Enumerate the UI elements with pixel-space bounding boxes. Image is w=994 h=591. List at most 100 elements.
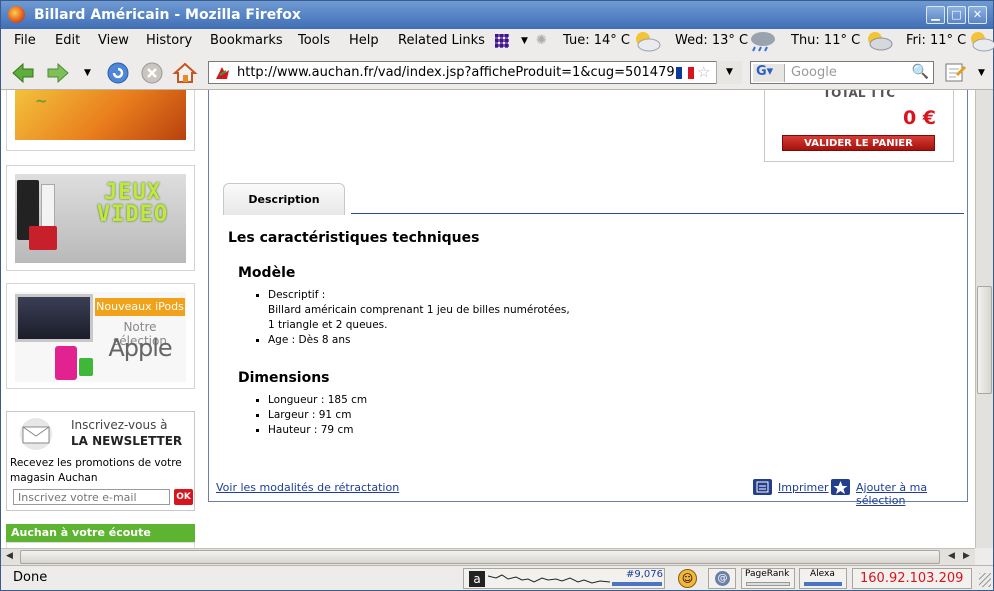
list-item: Hauteur : 79 cm <box>255 424 354 436</box>
status-text: Done <box>13 570 48 585</box>
jeux-video-image[interactable]: JEUX VIDEO <box>15 174 186 263</box>
toolbar-dropdown-icon[interactable]: ▼ <box>978 68 985 78</box>
list-item: Longueur : 185 cm <box>255 394 368 406</box>
grid-icon[interactable] <box>495 34 509 48</box>
close-button[interactable]: ✕ <box>968 6 987 24</box>
list-item: Age : Dès 8 ans <box>255 334 351 346</box>
newsletter-email-input[interactable] <box>13 489 170 505</box>
newsletter-ok-button[interactable]: OK <box>174 489 193 505</box>
envelope-icon <box>20 418 52 450</box>
alexa-widget[interactable]: Alexa <box>799 568 847 589</box>
resize-grip-icon[interactable] <box>979 573 991 587</box>
specs-heading: Les caractéristiques techniques <box>228 230 480 246</box>
ipod-image <box>79 358 93 376</box>
alexa-rank: #9,076 <box>626 569 664 580</box>
url-dropdown-icon[interactable]: ▼ <box>716 61 742 84</box>
title-bar: Billard Américain - Mozilla Firefox ▁ □ … <box>1 1 993 29</box>
search-icon[interactable]: 🔍 <box>912 64 929 80</box>
product-panel: TOTAL TTC 0 € VALIDER LE PANIER Descript… <box>208 90 968 507</box>
vertical-scroll-thumb[interactable] <box>977 286 992 394</box>
search-placeholder[interactable]: Google <box>791 65 837 80</box>
add-selection-link[interactable]: Ajouter à ma sélection <box>856 481 967 507</box>
france-flag-icon <box>676 67 694 79</box>
dropdown-arrow-icon[interactable]: ▼ <box>521 36 528 46</box>
home-icon[interactable] <box>172 60 198 86</box>
scroll-left-icon[interactable]: ◀ <box>948 551 955 561</box>
autumn-banner[interactable]: ~ <box>6 90 195 151</box>
menu-history[interactable]: History <box>146 33 192 48</box>
imac-image <box>15 294 93 342</box>
notepad-icon[interactable] <box>943 61 967 83</box>
cart-total-label: TOTAL TTC <box>822 90 896 100</box>
apple-label: Apple <box>108 334 172 362</box>
at-sign-icon: @ <box>715 571 730 586</box>
left-sidebar: ~ JEUX VIDEO Nouveaux iPods Notre sélect <box>1 90 198 548</box>
firefox-icon <box>8 6 25 23</box>
menu-help[interactable]: Help <box>349 33 379 48</box>
weather-thu[interactable]: Thu: 11° C <box>791 33 860 48</box>
horizontal-scroll-thumb[interactable] <box>20 550 940 564</box>
dimensions-heading: Dimensions <box>238 370 330 386</box>
menu-bookmarks[interactable]: Bookmarks <box>210 33 283 48</box>
list-item-continuation: Billard américain comprenant 1 jeu de bi… <box>268 304 570 316</box>
url-text[interactable]: http://www.auchan.fr/vad/index.jsp?affic… <box>237 65 675 80</box>
cart-box: TOTAL TTC 0 € VALIDER LE PANIER <box>764 90 954 162</box>
stop-icon[interactable] <box>139 60 165 86</box>
menu-related-links[interactable]: Related Links <box>398 33 485 48</box>
smiley-icon[interactable]: ☺ <box>678 569 697 588</box>
pagerank-label: PageRank <box>745 569 790 579</box>
tab-description[interactable]: Description <box>223 183 345 215</box>
retract-link[interactable]: Voir les modalités de rétractation <box>216 481 399 494</box>
bookmark-star-icon[interactable]: ☆ <box>697 63 710 81</box>
pagerank-widget[interactable]: PageRank <box>741 568 795 589</box>
modele-heading: Modèle <box>238 265 296 281</box>
weather-fri[interactable]: Fri: 11° C <box>906 33 966 48</box>
menu-view[interactable]: View <box>98 33 129 48</box>
apple-ipod-banner[interactable]: Nouveaux iPods Notre sélection Apple <box>6 283 195 389</box>
maximize-button[interactable]: □ <box>947 6 966 24</box>
handheld-image <box>29 226 57 250</box>
minimize-button[interactable]: ▁ <box>926 6 945 24</box>
ip-address-widget[interactable]: 160.92.103.209 <box>852 568 972 589</box>
newsletter-line1: Inscrivez-vous à <box>71 418 168 432</box>
menu-file[interactable]: File <box>14 33 36 48</box>
print-link[interactable]: Imprimer <box>778 481 829 494</box>
alexa-a-icon: a <box>469 571 485 587</box>
newsletter-line2: LA NEWSLETTER <box>71 434 183 448</box>
auchan-favicon-icon <box>216 67 229 79</box>
search-box[interactable]: G▾ Google 🔍 <box>750 61 934 84</box>
forward-arrow-icon[interactable] <box>45 60 71 86</box>
validate-cart-button[interactable]: VALIDER LE PANIER <box>782 135 935 151</box>
newsletter-text: Recevez les promotions de votre magasin … <box>10 457 182 484</box>
ipod-banner-label: Nouveaux iPods <box>95 298 185 316</box>
printer-icon[interactable] <box>753 479 772 495</box>
addon-button[interactable]: @ <box>708 568 736 589</box>
page-viewport: ~ JEUX VIDEO Nouveaux iPods Notre sélect <box>1 90 975 548</box>
reload-icon[interactable] <box>105 60 131 86</box>
spinner-icon: ✺ <box>536 33 547 48</box>
back-arrow-icon[interactable] <box>10 60 36 86</box>
menu-edit[interactable]: Edit <box>55 33 80 48</box>
weather-tue[interactable]: Tue: 14° C <box>563 33 630 48</box>
menu-tools[interactable]: Tools <box>298 33 330 48</box>
url-bar[interactable]: http://www.auchan.fr/vad/index.jsp?affic… <box>208 61 742 84</box>
vertical-scrollbar[interactable] <box>975 90 993 548</box>
pagerank-bar <box>746 582 790 586</box>
status-bar: Done a #9,076 ☺ @ PageRank Alexa 160.92.… <box>1 565 993 590</box>
ecoute-header[interactable]: Auchan à votre écoute <box>6 524 195 542</box>
weather-wed[interactable]: Wed: 13° C <box>675 33 748 48</box>
autumn-banner-image[interactable]: ~ <box>15 90 186 140</box>
horizontal-scrollbar[interactable]: ◀ ◀ ▶ <box>1 548 975 565</box>
star-icon[interactable] <box>831 479 850 495</box>
scroll-left-icon[interactable]: ◀ <box>6 551 13 561</box>
jeux-video-title: JEUX VIDEO <box>96 180 169 227</box>
scroll-right-icon[interactable]: ▶ <box>963 551 970 561</box>
google-engine-icon[interactable]: G▾ <box>753 64 785 82</box>
apple-banner-image[interactable]: Nouveaux iPods Notre sélection Apple <box>15 292 186 382</box>
history-dropdown-icon[interactable]: ▼ <box>84 68 91 78</box>
tab-divider <box>351 213 964 214</box>
alexa-traffic-widget[interactable]: a #9,076 <box>463 568 665 589</box>
navigation-toolbar: ▼ http://www.auchan.fr/vad/index.jsp?aff… <box>1 56 993 90</box>
alexa-bar <box>804 582 842 586</box>
jeux-video-banner[interactable]: JEUX VIDEO <box>6 165 195 271</box>
